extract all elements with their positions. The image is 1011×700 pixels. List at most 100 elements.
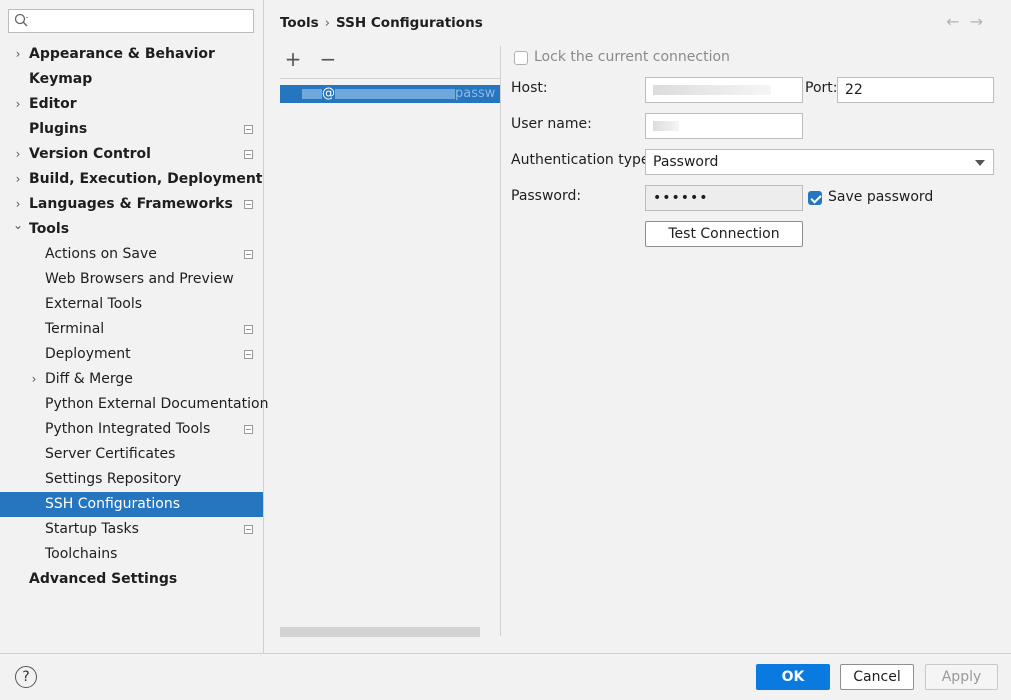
save-password-checkbox[interactable] — [808, 191, 822, 205]
username-label: User name: — [511, 116, 592, 132]
project-level-icon — [244, 150, 253, 159]
sidebar-item[interactable]: SSH Configurations — [0, 492, 263, 517]
sidebar-item[interactable]: › Editor — [0, 92, 263, 117]
project-level-icon — [244, 325, 253, 334]
add-icon[interactable]: + — [281, 46, 305, 74]
at-sign: @ — [322, 86, 335, 101]
chevron-right-icon[interactable]: › — [12, 92, 24, 117]
ssh-config-list: @ passw — [280, 78, 500, 637]
sidebar-item[interactable]: External Tools — [0, 292, 263, 317]
panel-divider[interactable] — [500, 46, 501, 636]
project-level-icon — [244, 125, 253, 134]
password-label: Password: — [511, 188, 582, 204]
sidebar-item-label: Diff & Merge — [45, 371, 133, 387]
project-level-icon — [244, 350, 253, 359]
auth-type-select[interactable]: Password — [645, 149, 994, 175]
dialog-footer: ? OK Cancel Apply — [0, 653, 1011, 700]
apply-button[interactable]: Apply — [925, 664, 998, 690]
back-arrow-icon[interactable]: ← — [946, 12, 969, 31]
sidebar-item[interactable]: Advanced Settings — [0, 567, 263, 592]
sidebar-item-label: Plugins — [29, 121, 88, 137]
chevron-down-icon[interactable]: ⌄ — [12, 213, 24, 238]
sidebar-item-label: Keymap — [29, 71, 93, 87]
sidebar-item[interactable]: Plugins — [0, 117, 263, 142]
redacted-host-value — [653, 85, 771, 95]
sidebar-item[interactable]: Python External Documentation — [0, 392, 268, 417]
auth-type-label: Authentication type: — [511, 152, 655, 168]
password-field[interactable]: •••••• — [645, 185, 803, 211]
test-connection-button[interactable]: Test Connection — [645, 221, 803, 247]
lock-connection-label: Lock the current connection — [534, 49, 730, 65]
port-field[interactable]: 22 — [837, 77, 994, 103]
sidebar-item[interactable]: Terminal — [0, 317, 263, 342]
navigation-arrows: ←→ — [946, 12, 993, 31]
forward-arrow-icon[interactable]: → — [970, 12, 993, 31]
breadcrumb-current: SSH Configurations — [336, 15, 483, 31]
redacted-user — [302, 88, 322, 99]
sidebar-item[interactable]: Keymap — [0, 67, 263, 92]
sidebar-item[interactable]: Toolchains — [0, 542, 263, 567]
sidebar-item[interactable]: › Appearance & Behavior — [0, 42, 263, 67]
project-level-icon — [244, 425, 253, 434]
sidebar-item-label: Editor — [29, 96, 77, 112]
chevron-down-icon — [975, 160, 985, 166]
sidebar-item[interactable]: › Diff & Merge — [0, 367, 263, 392]
sidebar-item-label: Terminal — [45, 321, 105, 337]
sidebar-item-label: Python External Documentation — [45, 396, 269, 412]
sidebar-item[interactable]: Deployment — [0, 342, 263, 367]
chevron-right-icon[interactable]: › — [28, 367, 40, 392]
sidebar-item-label: Server Certificates — [45, 446, 176, 462]
chevron-right-icon[interactable]: › — [12, 42, 24, 67]
sidebar-item-label: Appearance & Behavior — [29, 46, 215, 62]
breadcrumb-separator: › — [324, 15, 331, 31]
host-field[interactable] — [645, 77, 803, 103]
sidebar-item-label: Languages & Frameworks — [29, 196, 233, 212]
remove-icon[interactable]: − — [316, 46, 340, 74]
sidebar-item[interactable]: Server Certificates — [0, 442, 263, 467]
sidebar-item-label: Toolchains — [45, 546, 118, 562]
host-label: Host: — [511, 80, 548, 96]
search-icon — [14, 13, 28, 27]
list-item[interactable]: @ passw — [280, 85, 500, 103]
redacted-username-value — [653, 121, 679, 131]
project-level-icon — [244, 200, 253, 209]
save-password-label: Save password — [828, 189, 934, 205]
settings-sidebar: › Appearance & Behavior Keymap › Editor Plugi… — [0, 0, 268, 653]
chevron-right-icon[interactable]: › — [12, 142, 24, 167]
sidebar-item[interactable]: Web Browsers and Preview — [0, 267, 263, 292]
sidebar-item[interactable]: › Build, Execution, Deployment — [0, 167, 263, 192]
sidebar-item-label: Build, Execution, Deployment — [29, 171, 263, 187]
project-level-icon — [244, 250, 253, 259]
auth-suffix: passw — [455, 86, 496, 101]
sidebar-item-label: Actions on Save — [45, 246, 157, 262]
sidebar-item-label: Advanced Settings — [29, 571, 178, 587]
project-level-icon — [244, 525, 253, 534]
sidebar-item-label: SSH Configurations — [45, 496, 180, 512]
chevron-right-icon[interactable]: › — [12, 167, 24, 192]
username-field[interactable] — [645, 113, 803, 139]
port-label: Port: — [805, 80, 838, 96]
sidebar-item-label: Startup Tasks — [45, 521, 139, 537]
cancel-button[interactable]: Cancel — [840, 664, 914, 690]
settings-tree: › Appearance & Behavior Keymap › Editor Plugi… — [0, 42, 268, 592]
sidebar-item[interactable]: ⌄ Tools — [0, 217, 263, 242]
sidebar-item[interactable]: › Languages & Frameworks — [0, 192, 263, 217]
ok-button[interactable]: OK — [756, 664, 830, 690]
sidebar-item[interactable]: Python Integrated Tools — [0, 417, 263, 442]
sidebar-item-label: Python Integrated Tools — [45, 421, 211, 437]
help-icon[interactable]: ? — [15, 666, 37, 688]
lock-connection-checkbox[interactable] — [514, 51, 528, 65]
sidebar-item[interactable]: › Version Control — [0, 142, 263, 167]
sidebar-item[interactable]: Actions on Save — [0, 242, 263, 267]
sidebar-item-label: External Tools — [45, 296, 143, 312]
auth-type-value: Password — [653, 154, 719, 170]
sidebar-item[interactable]: Settings Repository — [0, 467, 263, 492]
horizontal-scrollbar[interactable] — [280, 627, 480, 637]
sidebar-item-label: Version Control — [29, 146, 151, 162]
sidebar-item-label: Settings Repository — [45, 471, 182, 487]
redacted-host — [335, 88, 455, 99]
sidebar-item-label: Web Browsers and Preview — [45, 271, 234, 287]
search-input[interactable] — [8, 9, 254, 33]
breadcrumb-parent[interactable]: Tools — [280, 15, 319, 31]
sidebar-item[interactable]: Startup Tasks — [0, 517, 263, 542]
